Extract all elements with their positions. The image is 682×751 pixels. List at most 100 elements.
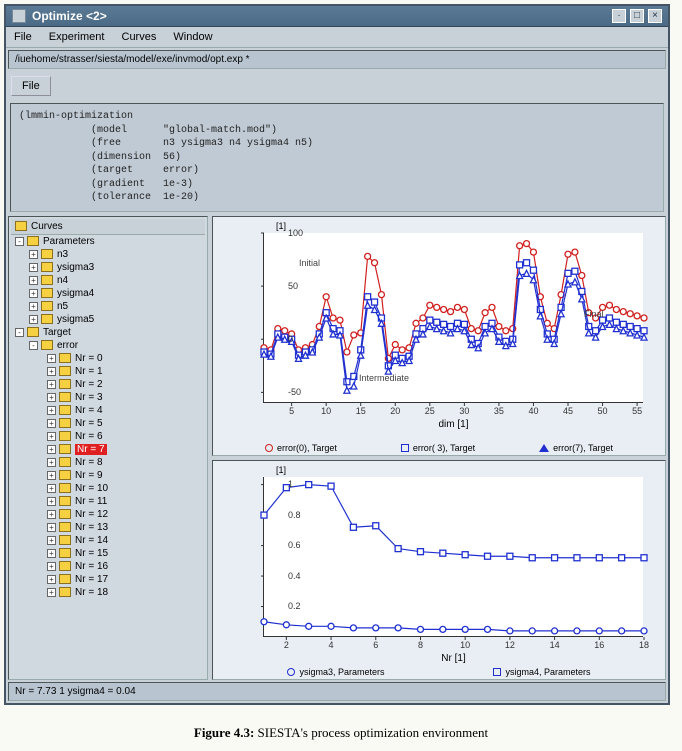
main-area: Curves -Parameters+n3+ysigma3+n4+ysigma4… (8, 216, 666, 680)
figure-caption: Figure 4.3: SIESTA's process optimizatio… (0, 709, 682, 749)
tree-item[interactable]: +Nr = 3 (11, 391, 205, 404)
chart1-legend: error(0), Target error( 3), Target error… (213, 443, 665, 453)
expander-icon[interactable]: - (15, 237, 24, 246)
tree-item[interactable]: + Nr = 8 (11, 456, 205, 469)
expander-icon[interactable]: + (47, 380, 56, 389)
tree-label: Nr = 18 (75, 587, 108, 598)
folder-icon (59, 457, 71, 467)
tree-item[interactable]: + Nr = 18 (11, 586, 205, 599)
tree-item[interactable]: +Nr = 10 (11, 482, 205, 495)
tree-label: Target (43, 327, 71, 338)
tree-item[interactable]: + Nr = 12 (11, 508, 205, 521)
tree-label: Nr = 6 (75, 431, 103, 442)
tree-label: Nr = 4 (75, 405, 103, 416)
menu-window[interactable]: Window (173, 31, 212, 43)
expander-icon[interactable]: - (15, 328, 24, 337)
tree-item[interactable]: + n5 (11, 300, 205, 313)
annotation-intermediate: Intermediate (359, 373, 409, 383)
file-button[interactable]: File (11, 76, 51, 96)
close-button[interactable]: × (648, 9, 662, 23)
expander-icon[interactable]: + (47, 393, 56, 402)
maximize-button[interactable]: □ (630, 9, 644, 23)
tree-label: ysigma5 (57, 314, 94, 325)
tree-item[interactable]: +Nr = 17 (11, 573, 205, 586)
tree-item[interactable]: +Nr = 14 (11, 534, 205, 547)
expander-icon[interactable]: + (47, 471, 56, 480)
tree-item[interactable]: +Nr = 16 (11, 560, 205, 573)
tree-label: Nr = 13 (75, 522, 108, 533)
expander-icon[interactable]: + (29, 315, 38, 324)
tree-item[interactable]: + n3 (11, 248, 205, 261)
chart2-legend: ysigma3, Parameters ysigma4, Parameters (213, 667, 665, 677)
tree-item[interactable]: +Nr = 2 (11, 378, 205, 391)
tree-item[interactable]: +Nr = 11 (11, 495, 205, 508)
expander-icon[interactable]: + (29, 276, 38, 285)
tree-item[interactable]: +Nr = 9 (11, 469, 205, 482)
folder-icon (59, 405, 71, 415)
tree-label: n5 (57, 301, 68, 312)
tree-item[interactable]: + Nr = 13 (11, 521, 205, 534)
minimize-button[interactable]: · (612, 9, 626, 23)
error-chart[interactable]: [1] Initial Intermediate Final dim [1] -… (212, 216, 666, 456)
folder-icon (59, 366, 71, 376)
curves-tree[interactable]: Curves -Parameters+n3+ysigma3+n4+ysigma4… (8, 216, 208, 680)
expander-icon[interactable]: + (47, 510, 56, 519)
legend2-0: ysigma3, Parameters (299, 667, 384, 677)
tree-label: ysigma4 (57, 288, 94, 299)
tree-label: Nr = 12 (75, 509, 108, 520)
expander-icon[interactable]: + (47, 562, 56, 571)
tree-item[interactable]: + Nr = 4 (11, 404, 205, 417)
expander-icon[interactable]: + (29, 302, 38, 311)
expander-icon[interactable]: + (47, 575, 56, 584)
expander-icon[interactable]: + (29, 250, 38, 259)
expander-icon[interactable]: + (47, 367, 56, 376)
tree-item[interactable]: +n4 (11, 274, 205, 287)
expander-icon[interactable]: + (29, 263, 38, 272)
tree-item[interactable]: -Parameters (11, 235, 205, 248)
expander-icon[interactable]: + (47, 354, 56, 363)
expander-icon[interactable]: + (47, 588, 56, 597)
expander-icon[interactable]: + (47, 458, 56, 467)
tree-label: Nr = 8 (75, 457, 103, 468)
expander-icon[interactable]: + (47, 406, 56, 415)
annotation-initial: Initial (299, 258, 320, 268)
expander-icon[interactable]: + (47, 549, 56, 558)
expander-icon[interactable]: + (29, 289, 38, 298)
tree-item[interactable]: + Nr = 15 (11, 547, 205, 560)
marker-triangle-blue-icon (539, 444, 549, 452)
expander-icon[interactable]: + (47, 523, 56, 532)
expander-icon[interactable]: - (29, 341, 38, 350)
titlebar[interactable]: Optimize <2> · □ × (6, 6, 668, 27)
tree-label: Nr = 15 (75, 548, 108, 559)
tree-item[interactable]: - Target (11, 326, 205, 339)
legend1-1: error( 3), Target (413, 443, 475, 453)
menu-curves[interactable]: Curves (122, 31, 157, 43)
tree-item[interactable]: + Nr = 7 (11, 443, 205, 456)
tree-label: Nr = 7 (75, 444, 107, 455)
tree-item[interactable]: +Nr = 0 (11, 352, 205, 365)
tree-item[interactable]: +ysigma3 (11, 261, 205, 274)
tree-item[interactable]: + ysigma4 (11, 287, 205, 300)
tree-item[interactable]: + ysigma5 (11, 313, 205, 326)
tree-item[interactable]: +Nr = 5 (11, 417, 205, 430)
tree-item[interactable]: + Nr = 1 (11, 365, 205, 378)
menu-file[interactable]: File (14, 31, 32, 43)
tree-item[interactable]: -error (11, 339, 205, 352)
expander-icon[interactable]: + (47, 445, 56, 454)
marker-circle-red-icon (265, 444, 273, 452)
expander-icon[interactable]: + (47, 484, 56, 493)
code-block: (lmmin-optimization (model "global-match… (10, 103, 664, 212)
expander-icon[interactable]: + (47, 432, 56, 441)
folder-icon (59, 483, 71, 493)
expander-icon[interactable]: + (47, 497, 56, 506)
tree-label: Nr = 1 (75, 366, 103, 377)
parameters-chart[interactable]: [1] Nr [1] 0.20.40.60.8124681012141618 y… (212, 460, 666, 680)
menu-experiment[interactable]: Experiment (49, 31, 105, 43)
expander-icon[interactable]: + (47, 419, 56, 428)
folder-icon (59, 431, 71, 441)
tree-label: n3 (57, 249, 68, 260)
expander-icon[interactable]: + (47, 536, 56, 545)
marker-circle-blue-icon (287, 668, 295, 676)
tree-item[interactable]: + Nr = 6 (11, 430, 205, 443)
caption-text: SIESTA's process optimization environmen… (258, 725, 489, 740)
